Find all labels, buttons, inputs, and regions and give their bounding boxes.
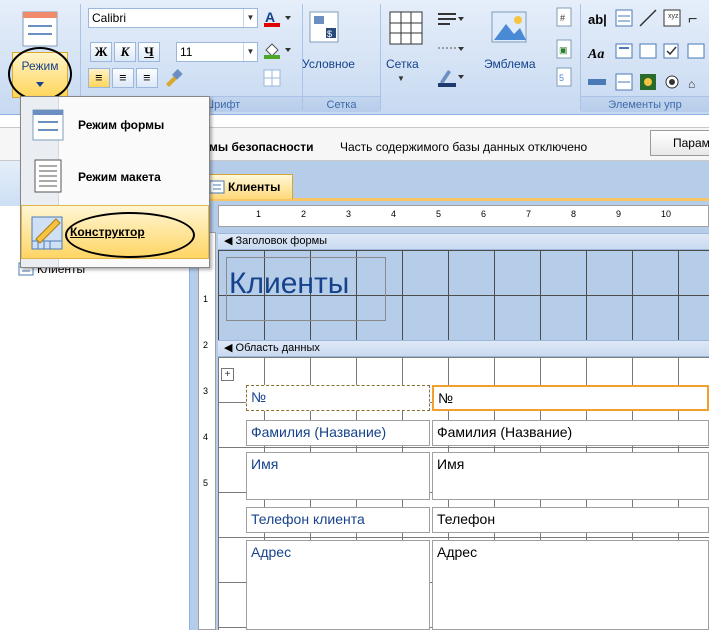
field-label-number[interactable]: № bbox=[246, 385, 430, 411]
page-number-icon[interactable]: # bbox=[554, 6, 574, 28]
form-header-section-bar[interactable]: ◀ Заголовок формы bbox=[218, 233, 709, 250]
font-name-combo[interactable]: Calibri ▼ bbox=[88, 8, 258, 28]
ribbon-separator bbox=[80, 4, 81, 111]
svg-text:5: 5 bbox=[559, 73, 564, 83]
view-mode-label: Режим bbox=[21, 59, 59, 73]
form-view-icon bbox=[20, 10, 60, 48]
form-title-text: Клиенты bbox=[229, 267, 350, 300]
field-label-address[interactable]: Адрес bbox=[246, 540, 430, 630]
vertical-ruler-mark: 3 bbox=[203, 386, 209, 396]
svg-text:ab|: ab| bbox=[588, 12, 607, 27]
svg-text:A: A bbox=[265, 9, 275, 25]
font-size-combo[interactable]: 11 ▼ bbox=[176, 42, 258, 62]
menu-item-form-view[interactable]: Режим формы bbox=[21, 100, 209, 150]
section-arrow-icon: ◀ bbox=[224, 235, 233, 247]
underline-button[interactable]: Ч bbox=[138, 42, 160, 62]
ruler-mark: 6 bbox=[481, 209, 487, 219]
security-options-button[interactable]: Парам bbox=[650, 130, 709, 156]
svg-text:#: # bbox=[560, 13, 565, 23]
svg-text:$: $ bbox=[327, 29, 332, 39]
ribbon-separator bbox=[380, 4, 381, 111]
line-dash-icon[interactable] bbox=[436, 40, 466, 58]
move-handle-icon[interactable]: + bbox=[221, 368, 234, 381]
field-label-surname[interactable]: Фамилия (Название) bbox=[246, 420, 430, 446]
vertical-ruler-mark: 5 bbox=[203, 478, 209, 488]
format-painter-icon[interactable] bbox=[162, 68, 184, 88]
tab-clients-label: Клиенты bbox=[228, 180, 281, 194]
align-left-icon[interactable]: ≡ bbox=[88, 68, 110, 88]
section-arrow-icon: ◀ bbox=[224, 342, 233, 354]
field-label-name[interactable]: Имя bbox=[246, 452, 430, 500]
security-warning-text: Часть содержимого базы данных отключено bbox=[340, 140, 588, 154]
vertical-ruler-mark: 2 bbox=[203, 340, 209, 350]
line-color-icon[interactable] bbox=[436, 66, 466, 88]
ruler-marks: 1 2 3 4 5 6 7 8 9 10 bbox=[218, 208, 709, 224]
grid-button-label: Сетка bbox=[386, 57, 419, 71]
ruler-mark: 8 bbox=[571, 209, 577, 219]
bold-button[interactable]: Ж bbox=[90, 42, 112, 62]
field-value-phone[interactable]: Телефон bbox=[432, 507, 709, 533]
chevron-down-icon: ▼ bbox=[243, 43, 257, 61]
italic-button[interactable]: К bbox=[114, 42, 136, 62]
font-size-value: 11 bbox=[180, 45, 193, 59]
font-name-value: Calibri bbox=[92, 11, 127, 25]
field-value-surname[interactable]: Фамилия (Название) bbox=[432, 420, 709, 446]
logo-label: Эмблема bbox=[484, 57, 536, 71]
svg-text:▣: ▣ bbox=[559, 45, 568, 55]
chevron-down-icon: ▼ bbox=[243, 9, 257, 27]
svg-text:Aa: Aa bbox=[587, 47, 604, 62]
field-value-address[interactable]: Адрес bbox=[432, 540, 709, 630]
chevron-down-icon: ▼ bbox=[397, 74, 405, 83]
grid-group-label: Сетка bbox=[303, 96, 380, 112]
controls-group-label: Элементы упр bbox=[581, 96, 709, 112]
form-header-section-label: Заголовок формы bbox=[235, 235, 328, 247]
chevron-down-icon bbox=[35, 80, 45, 88]
conditional-format-icon[interactable]: $ bbox=[306, 8, 346, 48]
ruler-mark: 5 bbox=[436, 209, 442, 219]
design-view-icon bbox=[30, 211, 66, 253]
ruler-mark: 7 bbox=[526, 209, 532, 219]
svg-text:⌂: ⌂ bbox=[688, 77, 695, 91]
menu-item-design-view[interactable]: Конструктор bbox=[21, 205, 209, 259]
conditional-format-label: Условное bbox=[302, 57, 355, 71]
detail-section-label: Область данных bbox=[235, 342, 320, 354]
gridlines-icon[interactable] bbox=[262, 68, 294, 88]
fill-color-icon[interactable] bbox=[262, 40, 294, 60]
controls-icons: ab| xyz ⌐ Aa ⌂ bbox=[584, 6, 709, 96]
svg-text:⌐: ⌐ bbox=[688, 11, 697, 28]
field-value-number[interactable]: № bbox=[432, 385, 709, 411]
detail-section-bar[interactable]: ◀ Область данных bbox=[218, 340, 709, 357]
security-warning-title: мы безопасности bbox=[209, 140, 314, 154]
form-icon bbox=[209, 180, 225, 194]
align-right-icon[interactable]: ≡ bbox=[136, 68, 158, 88]
vertical-ruler-mark: 4 bbox=[203, 432, 209, 442]
menu-item-design-view-label: Конструктор bbox=[70, 225, 145, 239]
ribbon-separator bbox=[580, 4, 581, 111]
vertical-ruler-marks: 1 2 3 4 5 bbox=[198, 232, 216, 630]
ruler-mark: 2 bbox=[301, 209, 307, 219]
ruler-mark: 10 bbox=[661, 209, 672, 219]
vertical-ruler-mark: 1 bbox=[203, 294, 209, 304]
grid-icon[interactable] bbox=[386, 8, 430, 52]
svg-text:xyz: xyz bbox=[668, 13, 679, 20]
date-time-icon[interactable]: ▣ bbox=[554, 38, 574, 60]
ruler-mark: 9 bbox=[616, 209, 622, 219]
logo-icon[interactable] bbox=[486, 8, 532, 48]
field-value-name[interactable]: Имя bbox=[432, 452, 709, 500]
menu-item-layout-view[interactable]: Режим макета bbox=[21, 152, 209, 202]
ruler-mark: 3 bbox=[346, 209, 352, 219]
align-center-icon[interactable]: ≡ bbox=[112, 68, 134, 88]
field-label-phone[interactable]: Телефон клиента bbox=[246, 507, 430, 533]
menu-item-layout-view-label: Режим макета bbox=[78, 170, 161, 184]
title-icon[interactable]: 5 bbox=[554, 66, 574, 88]
font-group-label: Шрифт bbox=[200, 96, 302, 112]
font-color-icon[interactable]: A bbox=[262, 8, 294, 28]
layout-view-icon bbox=[31, 158, 65, 196]
menu-item-form-view-label: Режим формы bbox=[78, 118, 165, 132]
ruler-mark: 4 bbox=[391, 209, 397, 219]
line-style-icon[interactable] bbox=[436, 10, 466, 28]
ruler-mark: 1 bbox=[256, 209, 262, 219]
form-view-icon bbox=[31, 106, 65, 144]
